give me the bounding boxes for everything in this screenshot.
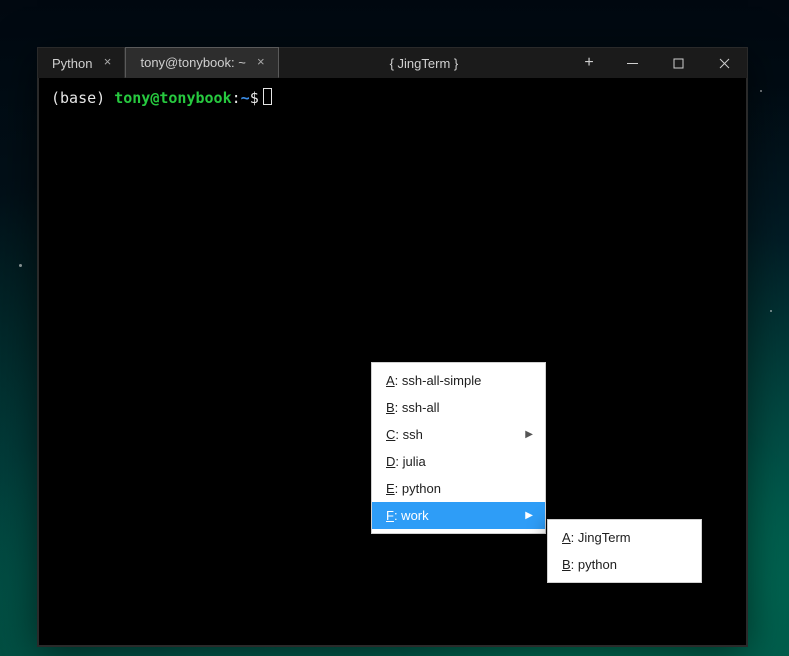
prompt-symbol: $: [250, 89, 259, 107]
menu-item-ssh-all-simple[interactable]: A: ssh-all-simple: [372, 367, 545, 394]
tab-python[interactable]: Python ×: [38, 48, 125, 78]
menu-item-julia[interactable]: D: julia: [372, 448, 545, 475]
menu-item-label: C: ssh: [386, 427, 423, 442]
close-icon[interactable]: ×: [254, 56, 268, 70]
titlebar: Python × tony@tonybook: ~ × { JingTerm }…: [38, 48, 747, 78]
plus-icon: +: [584, 54, 593, 72]
new-tab-button[interactable]: +: [569, 48, 609, 78]
menu-item-work[interactable]: F: work ▶: [372, 502, 545, 529]
menu-item-ssh-all[interactable]: B: ssh-all: [372, 394, 545, 421]
close-button[interactable]: [701, 48, 747, 78]
context-submenu-work: A: JingTerm B: python: [547, 519, 702, 583]
prompt-separator: :: [232, 89, 241, 107]
submenu-item-python[interactable]: B: python: [548, 551, 701, 578]
tab-label: Python: [52, 56, 92, 71]
prompt-env: (base): [51, 89, 105, 107]
menu-item-label: B: ssh-all: [386, 400, 439, 415]
menu-item-label: D: julia: [386, 454, 426, 469]
submenu-item-jingterm[interactable]: A: JingTerm: [548, 524, 701, 551]
minimize-icon: [627, 58, 638, 69]
window-title: { JingTerm }: [279, 48, 569, 78]
menu-item-python[interactable]: E: python: [372, 475, 545, 502]
tab-strip: Python × tony@tonybook: ~ ×: [38, 48, 279, 78]
maximize-icon: [673, 58, 684, 69]
text-cursor: [263, 88, 272, 105]
prompt-path: ~: [241, 89, 250, 107]
prompt-user-host: tony@tonybook: [114, 89, 231, 107]
tab-shell[interactable]: tony@tonybook: ~ ×: [125, 47, 278, 78]
tab-label: tony@tonybook: ~: [140, 55, 245, 70]
context-menu: A: ssh-all-simple B: ssh-all C: ssh ▶ D:…: [371, 362, 546, 534]
chevron-right-icon: ▶: [525, 429, 533, 440]
menu-item-label: A: ssh-all-simple: [386, 373, 481, 388]
close-icon: [719, 58, 730, 69]
close-icon[interactable]: ×: [100, 56, 114, 70]
chevron-right-icon: ▶: [525, 510, 533, 521]
minimize-button[interactable]: [609, 48, 655, 78]
menu-item-label: E: python: [386, 481, 441, 496]
maximize-button[interactable]: [655, 48, 701, 78]
menu-item-ssh[interactable]: C: ssh ▶: [372, 421, 545, 448]
prompt-line: (base) tony@tonybook:~$: [51, 88, 734, 108]
menu-item-label: F: work: [386, 508, 429, 523]
window-controls: +: [569, 48, 747, 78]
menu-item-label: A: JingTerm: [562, 530, 631, 545]
menu-item-label: B: python: [562, 557, 617, 572]
